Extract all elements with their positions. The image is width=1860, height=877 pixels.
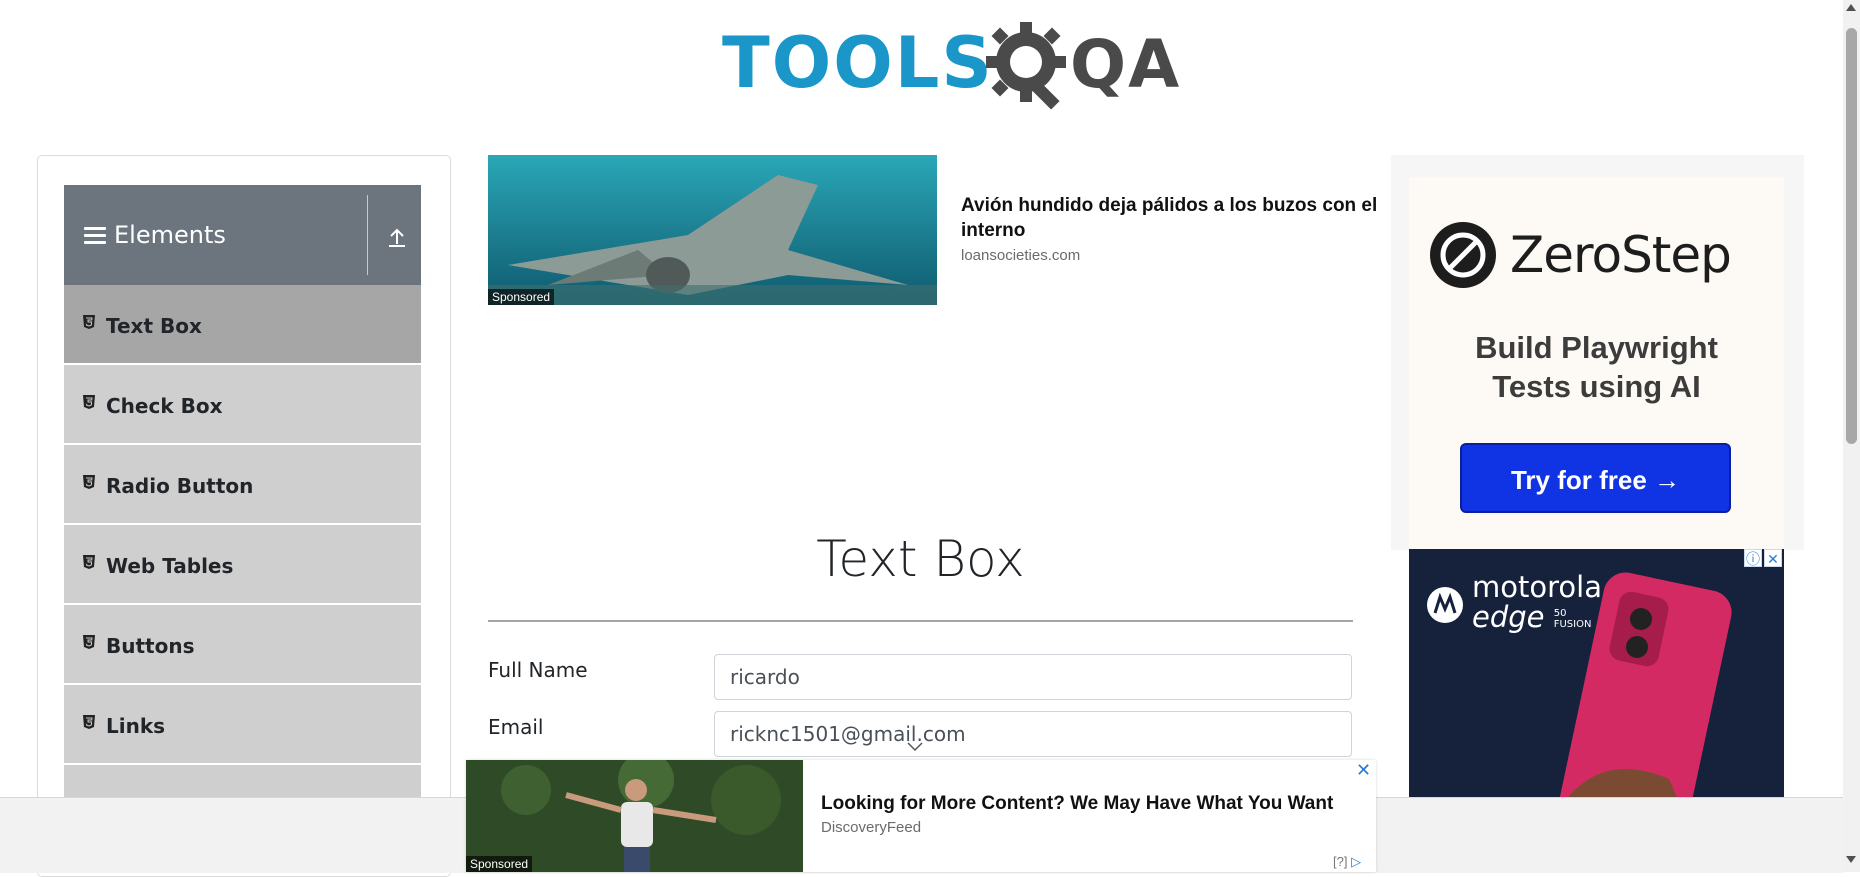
hamburger-icon [84,227,106,245]
sidebar-item-label: Radio Button [106,474,254,498]
motorola-model-suffix: FUSION [1553,619,1592,630]
adchoices-info-icon[interactable]: ⓘ [1744,549,1762,567]
sidebar-item-links[interactable]: Links [64,685,421,764]
bottom-ad-image[interactable]: Sponsored [466,760,803,872]
zerostep-logo-icon [1430,222,1496,288]
collapse-icon[interactable] [382,221,412,251]
html5-icon [83,715,95,729]
ad-top-title-line2: interno [961,220,1026,241]
sidebar-item-label: Buttons [106,634,195,658]
sponsored-badge: Sponsored [488,289,555,305]
ad-help-link[interactable]: [?] ▷ [1333,854,1361,870]
group-title: Elements [114,221,226,249]
bottom-ad-source: DiscoveryFeed [821,819,922,836]
html5-icon [83,555,95,569]
motorola-brand: motorola edge 50 FUSION [1472,572,1602,632]
motorola-model-number: 50 [1553,608,1567,619]
scroll-up-arrow-icon[interactable] [1846,4,1856,11]
ad-top-title[interactable]: Avión hundido deja pálidos a los buzos c… [961,193,1391,243]
scroll-down-arrow-icon[interactable] [1846,856,1856,863]
sidebar-item-buttons[interactable]: Buttons [64,605,421,684]
ad-top-image[interactable]: Sponsored [488,155,937,305]
sunken-plane-image [488,155,937,305]
heading-divider [488,620,1353,622]
html5-icon [83,475,95,489]
logo-tools-text: TOOLS [722,22,994,104]
sidebar-item-check-box[interactable]: Check Box [64,365,421,444]
toolsqa-logo[interactable]: TOOLS QA [722,18,1179,116]
sidebar-item-web-tables[interactable]: Web Tables [64,525,421,604]
ad-top-title-line1: Avión hundido deja pálidos a los buzos c… [961,195,1378,216]
sponsored-badge: Sponsored [466,856,533,872]
page-title: Text Box [816,530,1025,588]
header-divider [367,195,368,275]
html5-icon [83,635,95,649]
full-name-label: Full Name [488,658,588,682]
zerostep-tagline-line1: Build Playwright [1475,330,1718,365]
email-label: Email [488,715,544,739]
zerostep-tagline-line2: Tests using AI [1492,369,1701,404]
zerostep-tagline: Build Playwright Tests using AI [1409,328,1784,406]
zerostep-brand: ZeroStep [1510,226,1732,284]
bottom-ad-title[interactable]: Looking for More Content? We May Have Wh… [821,793,1333,815]
full-name-input[interactable] [714,654,1352,700]
motorola-model-name: edge [1472,600,1545,634]
try-for-free-button[interactable]: Try for free → [1460,443,1731,513]
bottom-ad-close-icon[interactable]: ✕ [1356,760,1371,781]
motorola-brand-line1: motorola [1472,570,1602,604]
email-input[interactable] [714,711,1352,757]
sidebar-item-label: Text Box [106,314,202,338]
ad-help-text: [?] [1333,854,1348,869]
logo-qa-text: QA [1070,26,1182,103]
sidebar-item-text-box[interactable]: Text Box [64,285,421,364]
adchoices-icon: ▷ [1351,854,1362,869]
chevron-down-icon[interactable] [907,741,923,753]
motorola-model-variant: 50 FUSION [1554,608,1592,630]
gear-magnifier-icon [986,22,1066,110]
motorola-logo-icon [1427,587,1463,623]
html5-icon [83,395,95,409]
scrollbar-thumb[interactable] [1846,28,1857,444]
sidebar-item-radio-button[interactable]: Radio Button [64,445,421,524]
html5-icon [83,315,95,329]
ad-close-icon[interactable]: ✕ [1764,549,1782,567]
elements-group-header[interactable]: Elements [64,185,421,285]
sidebar-item-label: Check Box [106,394,223,418]
sidebar-item-label: Links [106,714,166,738]
motorola-model: edge 50 FUSION [1472,602,1602,632]
sidebar-item-label: Web Tables [106,554,234,578]
ad-top-source: loansocieties.com [961,247,1081,264]
